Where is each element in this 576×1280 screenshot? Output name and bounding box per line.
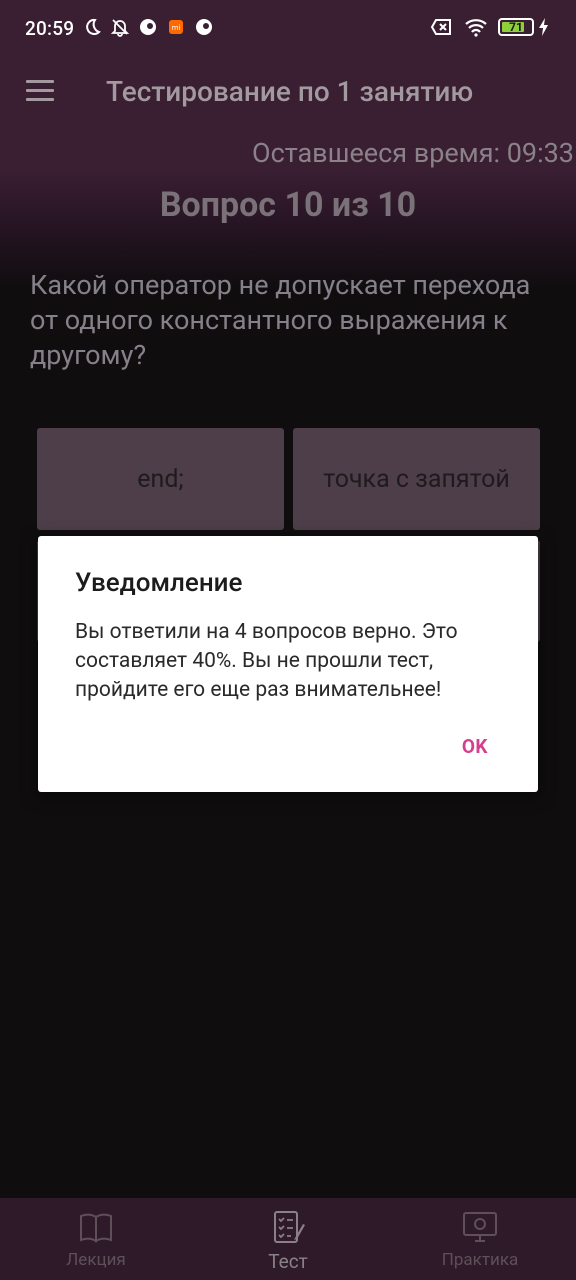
- answer-button-1[interactable]: end;: [37, 428, 284, 530]
- nav-item-lecture[interactable]: Лекция: [0, 1198, 192, 1280]
- book-icon: [80, 1213, 112, 1243]
- mi-icon: mi: [169, 20, 183, 34]
- monitor-icon: [463, 1212, 497, 1242]
- bell-off-icon: [110, 19, 130, 37]
- question-text: Какой оператор не допускает перехода от …: [30, 269, 531, 371]
- nav-label-practice: Практика: [441, 1250, 519, 1270]
- moon-icon: [86, 18, 101, 35]
- app-notification-icon: [140, 19, 156, 35]
- status-time: 20:59: [25, 17, 75, 40]
- ok-button[interactable]: OK: [462, 735, 488, 758]
- toolbar: Тестирование по 1 занятию: [0, 60, 576, 124]
- app-notification-icon-2: [196, 19, 212, 35]
- question-number: Вопрос 10 из 10: [159, 185, 417, 225]
- status-bar: 20:59 mi 71: [0, 0, 576, 60]
- sim-x-icon: [430, 19, 451, 35]
- nav-item-practice[interactable]: Практика: [384, 1198, 576, 1280]
- status-icons-right: 71: [430, 17, 550, 37]
- dialog-message: Вы ответили на 4 вопросов верно. Это сос…: [75, 620, 458, 702]
- notification-dialog: Уведомление Вы ответили на 4 вопросов ве…: [38, 536, 538, 792]
- charging-icon: [539, 18, 548, 36]
- wifi-icon: [465, 19, 487, 37]
- svg-text:mi: mi: [172, 24, 181, 32]
- toolbar-title: Тестирование по 1 занятию: [106, 75, 474, 108]
- bottom-navigation: Лекция Тест Практика: [0, 1198, 576, 1280]
- answer-button-2[interactable]: точка с запятой: [293, 428, 540, 530]
- battery-level: 71: [509, 20, 523, 34]
- battery-indicator: 71: [498, 18, 534, 36]
- test-checklist-icon: [274, 1211, 305, 1243]
- hamburger-menu-icon[interactable]: [22, 74, 58, 110]
- remaining-time: Оставшееся время: 09:33: [252, 137, 574, 169]
- dialog-title: Уведомление: [75, 568, 243, 598]
- status-icons-left: mi: [82, 17, 214, 37]
- nav-label-test: Тест: [268, 1250, 308, 1273]
- nav-label-lecture: Лекция: [66, 1250, 126, 1270]
- nav-item-test[interactable]: Тест: [192, 1198, 384, 1280]
